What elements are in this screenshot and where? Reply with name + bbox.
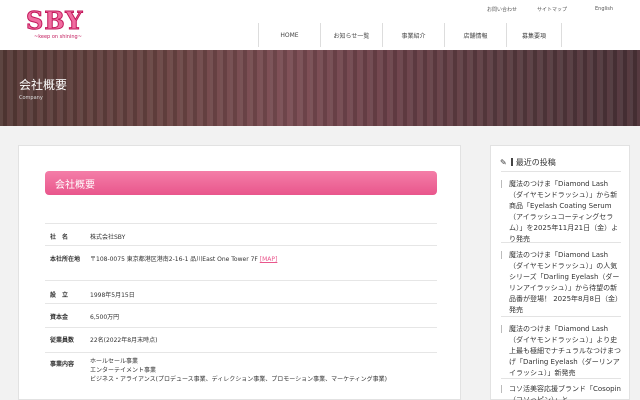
post-link[interactable]: 魔法のつけま「Diamond Lash（ダイヤモンドラッシュ）」から新商品「Ey… [509,179,621,245]
sidebar-title: 最近の投稿 [515,158,556,167]
table-row: 社 名 株式会社SBY [45,223,437,245]
post-link[interactable]: 魔法のつけま「Diamond Lash（ダイヤモンドラッシュ）」の人気シリーズ「… [509,250,621,316]
post-link[interactable]: 魔法のつけま「Diamond Lash（ダイヤモンドラッシュ）」より史上最も極細… [509,324,621,379]
row-value: 1998年5月15日 [90,292,135,299]
sidebar-heading: ✎ 最近の投稿 [500,157,556,168]
recent-post-item[interactable]: コソ活美容応援ブランド「Cosopin（コソっピン）」と [501,378,621,400]
company-table: 社 名 株式会社SBY 本社所在地 〒108-0075 東京都港区港南2-16-… [45,223,437,392]
row-label: 従業員数 [50,337,75,344]
row-label: 社 名 [50,234,69,241]
row-value: ホールセール事業 エンターテイメント事業 ビジネス・アライアンス(プロデュース事… [90,357,387,384]
sidebar-recent-posts: ✎ 最近の投稿 魔法のつけま「Diamond Lash（ダイヤモンドラッシュ）」か… [490,145,630,400]
page-title: 会社概要 [19,78,68,92]
util-link-sitemap[interactable]: サイトマップ [537,6,567,13]
nav-stores[interactable]: 店舗情報 [444,23,506,47]
global-nav: HOME お知らせ一覧 事業紹介 店舗情報 募集要項 [258,23,562,47]
row-value: 6,500万円 [90,314,120,321]
section-heading: 会社概要 [45,171,437,195]
table-row: 従業員数 22名(2022年8月末時点) [45,327,437,352]
hero-banner [0,50,640,126]
logo-tagline: ~keep on shining~ [34,34,82,40]
recent-post-item[interactable]: 魔法のつけま「Diamond Lash（ダイヤモンドラッシュ）」より史上最も極細… [501,316,621,379]
recent-post-item[interactable]: 魔法のつけま「Diamond Lash（ダイヤモンドラッシュ）」の人気シリーズ「… [501,242,621,314]
table-row: 事業内容 ホールセール事業 エンターテイメント事業 ビジネス・アライアンス(プロ… [45,352,437,392]
map-link[interactable]: [MAP] [260,256,278,263]
row-label: 資本金 [50,314,69,321]
business-line: エンターテイメント事業 [90,367,157,374]
post-link[interactable]: コソ活美容応援ブランド「Cosopin（コソっピン）」と [509,384,621,400]
row-value: 〒108-0075 東京都港区港南2-16-1 品川East One Tower… [90,254,277,263]
nav-news[interactable]: お知らせ一覧 [320,23,382,47]
recent-post-item[interactable]: 魔法のつけま「Diamond Lash（ダイヤモンドラッシュ）」から新商品「Ey… [501,171,621,243]
table-row: 設 立 1998年5月15日 [45,280,437,303]
business-line: ホールセール事業 [90,358,139,365]
row-label: 本社所在地 [50,256,81,263]
business-line: ビジネス・アライアンス(プロデュース事業、ディレクション事業、プロモーション事業… [90,376,388,383]
page-subtitle: Company [19,95,43,101]
company-profile-card: 会社概要 社 名 株式会社SBY 本社所在地 〒108-0075 東京都港区港南… [18,145,461,400]
logo-text: SBY [25,6,84,35]
table-row: 本社所在地 〒108-0075 東京都港区港南2-16-1 品川East One… [45,245,437,280]
nav-home[interactable]: HOME [258,23,320,47]
row-label: 設 立 [50,292,69,299]
util-link-english[interactable]: English [595,6,613,12]
address-text: 〒108-0075 東京都港区港南2-16-1 品川East One Tower… [90,256,258,263]
util-link-contact[interactable]: お問い合わせ [487,6,517,13]
nav-business[interactable]: 事業紹介 [382,23,444,47]
sby-logo[interactable]: SBY ~keep on shining~ [25,6,96,42]
row-value: 22名(2022年8月末時点) [90,337,158,344]
nav-recruit[interactable]: 募集要項 [506,23,562,47]
row-label: 事業内容 [50,361,75,368]
row-value: 株式会社SBY [90,234,126,241]
pencil-icon: ✎ [500,158,507,167]
site-header: SBY ~keep on shining~ お問い合わせ サイトマップ Engl… [0,0,640,50]
table-row: 資本金 6,500万円 [45,303,437,327]
section-title: 会社概要 [55,180,95,191]
